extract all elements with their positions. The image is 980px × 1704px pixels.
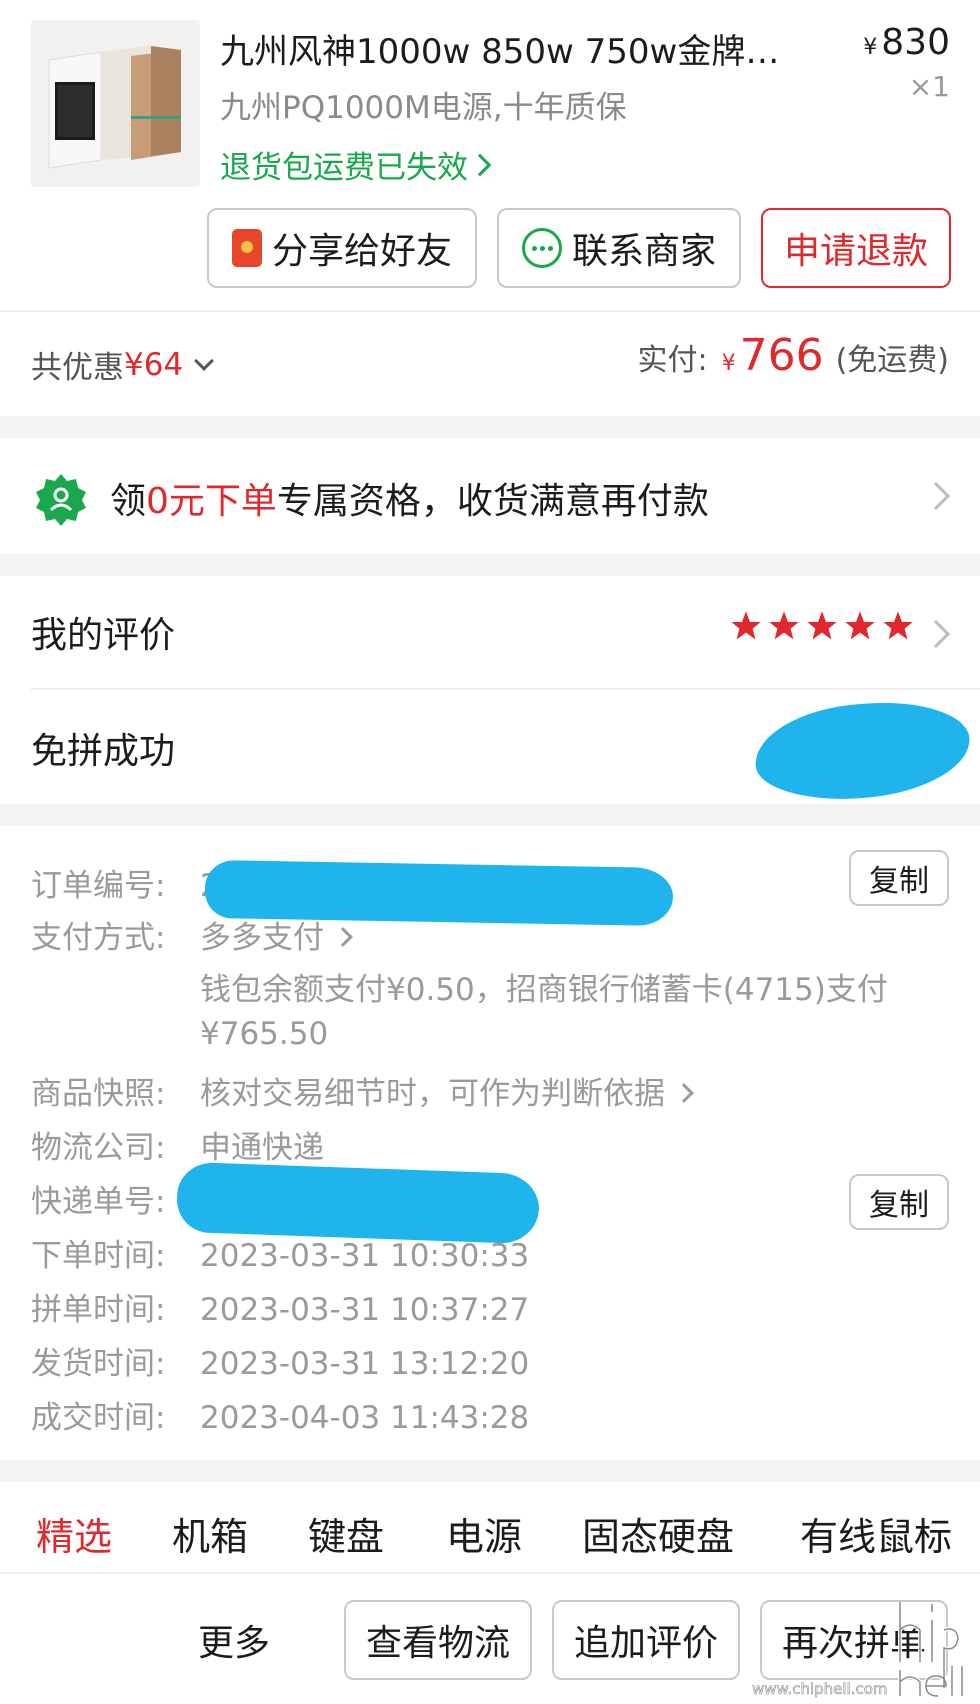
payment-method-row[interactable]: 支付方式: 多多支付 (31, 912, 353, 957)
chevron-right-icon (674, 1083, 694, 1103)
star-icon (807, 611, 837, 640)
currency-symbol: ¥ (863, 35, 878, 60)
category-tabs: 精选 机箱 键盘 电源 固态硬盘 有线鼠标 (0, 1482, 980, 1572)
copy-tracking-button[interactable]: 复制 (849, 1174, 949, 1230)
group-success-label: 免拼成功 (31, 731, 176, 772)
more-button[interactable]: 更多 (198, 1614, 270, 1666)
review-section: 我的评价 免拼成功 (0, 576, 980, 806)
my-review-label[interactable]: 我的评价 (31, 606, 175, 658)
section-gap (0, 1460, 980, 1482)
tab-wired-mouse[interactable]: 有线鼠标 (800, 1506, 952, 1561)
copy-order-number-button[interactable]: 复制 (849, 850, 949, 906)
order-time-row: 下单时间: 2023-03-31 10:30:33 (31, 1230, 529, 1275)
product-quantity: ×1 (908, 70, 950, 103)
section-gap (0, 804, 980, 826)
tracking-row: 快递单号: (31, 1176, 200, 1221)
refund-button[interactable]: 申请退款 (761, 208, 951, 288)
paid-amount: 实付: ¥ 766 (免运费) (637, 330, 949, 381)
product-image[interactable] (31, 20, 200, 187)
deal-time-row: 成交时间: 2023-04-03 11:43:28 (31, 1392, 529, 1437)
redaction-mark (751, 696, 974, 806)
payment-detail-line: 钱包余额支付¥0.50，招商银行储蓄卡(4715)支付 (200, 972, 888, 1008)
contact-seller-button[interactable]: 联系商家 (497, 208, 741, 288)
contact-label: 联系商家 (571, 231, 716, 272)
group-time-label: 拼单时间: (31, 1292, 166, 1328)
ship-time-label: 发货时间: (31, 1346, 166, 1382)
star-rating[interactable] (730, 610, 914, 642)
order-details: 订单编号:2 复制 支付方式: 多多支付 钱包余额支付¥0.50，招商银行储蓄卡(… (0, 826, 980, 1460)
divider (31, 688, 980, 690)
order-time-label: 下单时间: (31, 1238, 166, 1274)
verified-user-badge-icon (36, 474, 86, 526)
product-title[interactable]: 九州风神1000w 850w 750w金牌电源 (220, 24, 810, 73)
shipping-note: (免运费) (835, 343, 949, 378)
order-number-label: 订单编号: (31, 868, 166, 904)
discount-amount: ¥64 (124, 346, 184, 383)
product-card[interactable]: 九州风神1000w 850w 750w金牌电源 九州PQ1000M电源,十年质保… (0, 0, 980, 310)
share-label: 分享给好友 (271, 231, 452, 272)
tab-featured[interactable]: 精选 (36, 1506, 112, 1561)
payment-method-value: 多多支付 (200, 920, 324, 956)
discount-label: 共优惠 (31, 350, 124, 386)
watermark-url: www.chiphell.com (752, 1680, 888, 1698)
star-icon (883, 611, 913, 640)
tab-power-supply[interactable]: 电源 (446, 1506, 522, 1561)
chevron-down-icon (194, 350, 215, 371)
star-icon (769, 611, 799, 640)
promo-text: 领0元下单专属资格，收货满意再付款 (110, 472, 709, 524)
product-price: ¥830 (863, 22, 950, 63)
add-review-button[interactable]: 追加评价 (552, 1600, 740, 1680)
section-gap (0, 554, 980, 576)
promo-text-highlight: 0元下单 (146, 481, 277, 522)
snapshot-label: 商品快照: (31, 1076, 166, 1112)
chevron-right-icon (921, 619, 951, 649)
group-time-row: 拼单时间: 2023-03-31 10:37:27 (31, 1284, 529, 1329)
deal-time-label: 成交时间: (31, 1400, 166, 1436)
return-shipping-notice[interactable]: 退货包运费已失效 (220, 142, 492, 187)
zero-yuan-promo[interactable]: 领0元下单专属资格，收货满意再付款 (0, 438, 980, 554)
star-icon (731, 611, 761, 640)
payment-method-label: 支付方式: (31, 920, 166, 956)
ship-time-value: 2023-03-31 13:12:20 (200, 1346, 530, 1382)
star-icon (845, 611, 875, 640)
payment-detail-line: ¥765.50 (200, 1016, 329, 1052)
courier-row: 物流公司: 申通快递 (31, 1122, 324, 1167)
paid-value: 766 (739, 330, 824, 381)
chat-bubble-icon (521, 228, 562, 268)
tab-keyboard[interactable]: 键盘 (308, 1506, 384, 1561)
order-number-row: 订单编号:2 (31, 860, 220, 905)
promo-text-post: 专属资格，收货满意再付款 (276, 481, 709, 522)
ship-time-row: 发货时间: 2023-03-31 13:12:20 (31, 1338, 529, 1383)
price-value: 830 (881, 22, 950, 63)
product-spec: 九州PQ1000M电源,十年质保 (220, 90, 627, 126)
paid-label: 实付: (637, 343, 708, 378)
promo-text-pre: 领 (110, 481, 147, 522)
view-logistics-button[interactable]: 查看物流 (344, 1600, 532, 1680)
courier-label: 物流公司: (31, 1130, 166, 1166)
deal-time-value: 2023-04-03 11:43:28 (200, 1400, 530, 1436)
chevron-right-icon (468, 153, 492, 176)
chevron-right-icon (921, 481, 951, 511)
discount-toggle[interactable]: 共优惠 ¥64 (31, 342, 215, 387)
group-time-value: 2023-03-31 10:37:27 (200, 1292, 530, 1328)
power-supply-box-illustration (31, 20, 200, 187)
snapshot-text: 核对交易细节时，可作为判断依据 (200, 1076, 665, 1112)
share-button[interactable]: 分享给好友 (207, 208, 477, 288)
tracking-label: 快递单号: (31, 1184, 166, 1220)
red-packet-icon (231, 229, 262, 267)
chevron-right-icon (333, 927, 353, 947)
courier-value: 申通快递 (200, 1130, 324, 1166)
snapshot-row[interactable]: 商品快照: 核对交易细节时，可作为判断依据 (31, 1068, 694, 1113)
return-shipping-text: 退货包运费已失效 (220, 150, 468, 186)
section-gap (0, 416, 980, 438)
paid-currency: ¥ (721, 351, 736, 376)
tab-case[interactable]: 机箱 (172, 1506, 248, 1561)
tab-ssd[interactable]: 固态硬盘 (582, 1506, 734, 1561)
payment-summary: 共优惠 ¥64 实付: ¥ 766 (免运费) (0, 312, 980, 416)
chiphell-watermark: www.chiphell.com (752, 1602, 964, 1698)
order-time-value: 2023-03-31 10:30:33 (200, 1238, 530, 1274)
